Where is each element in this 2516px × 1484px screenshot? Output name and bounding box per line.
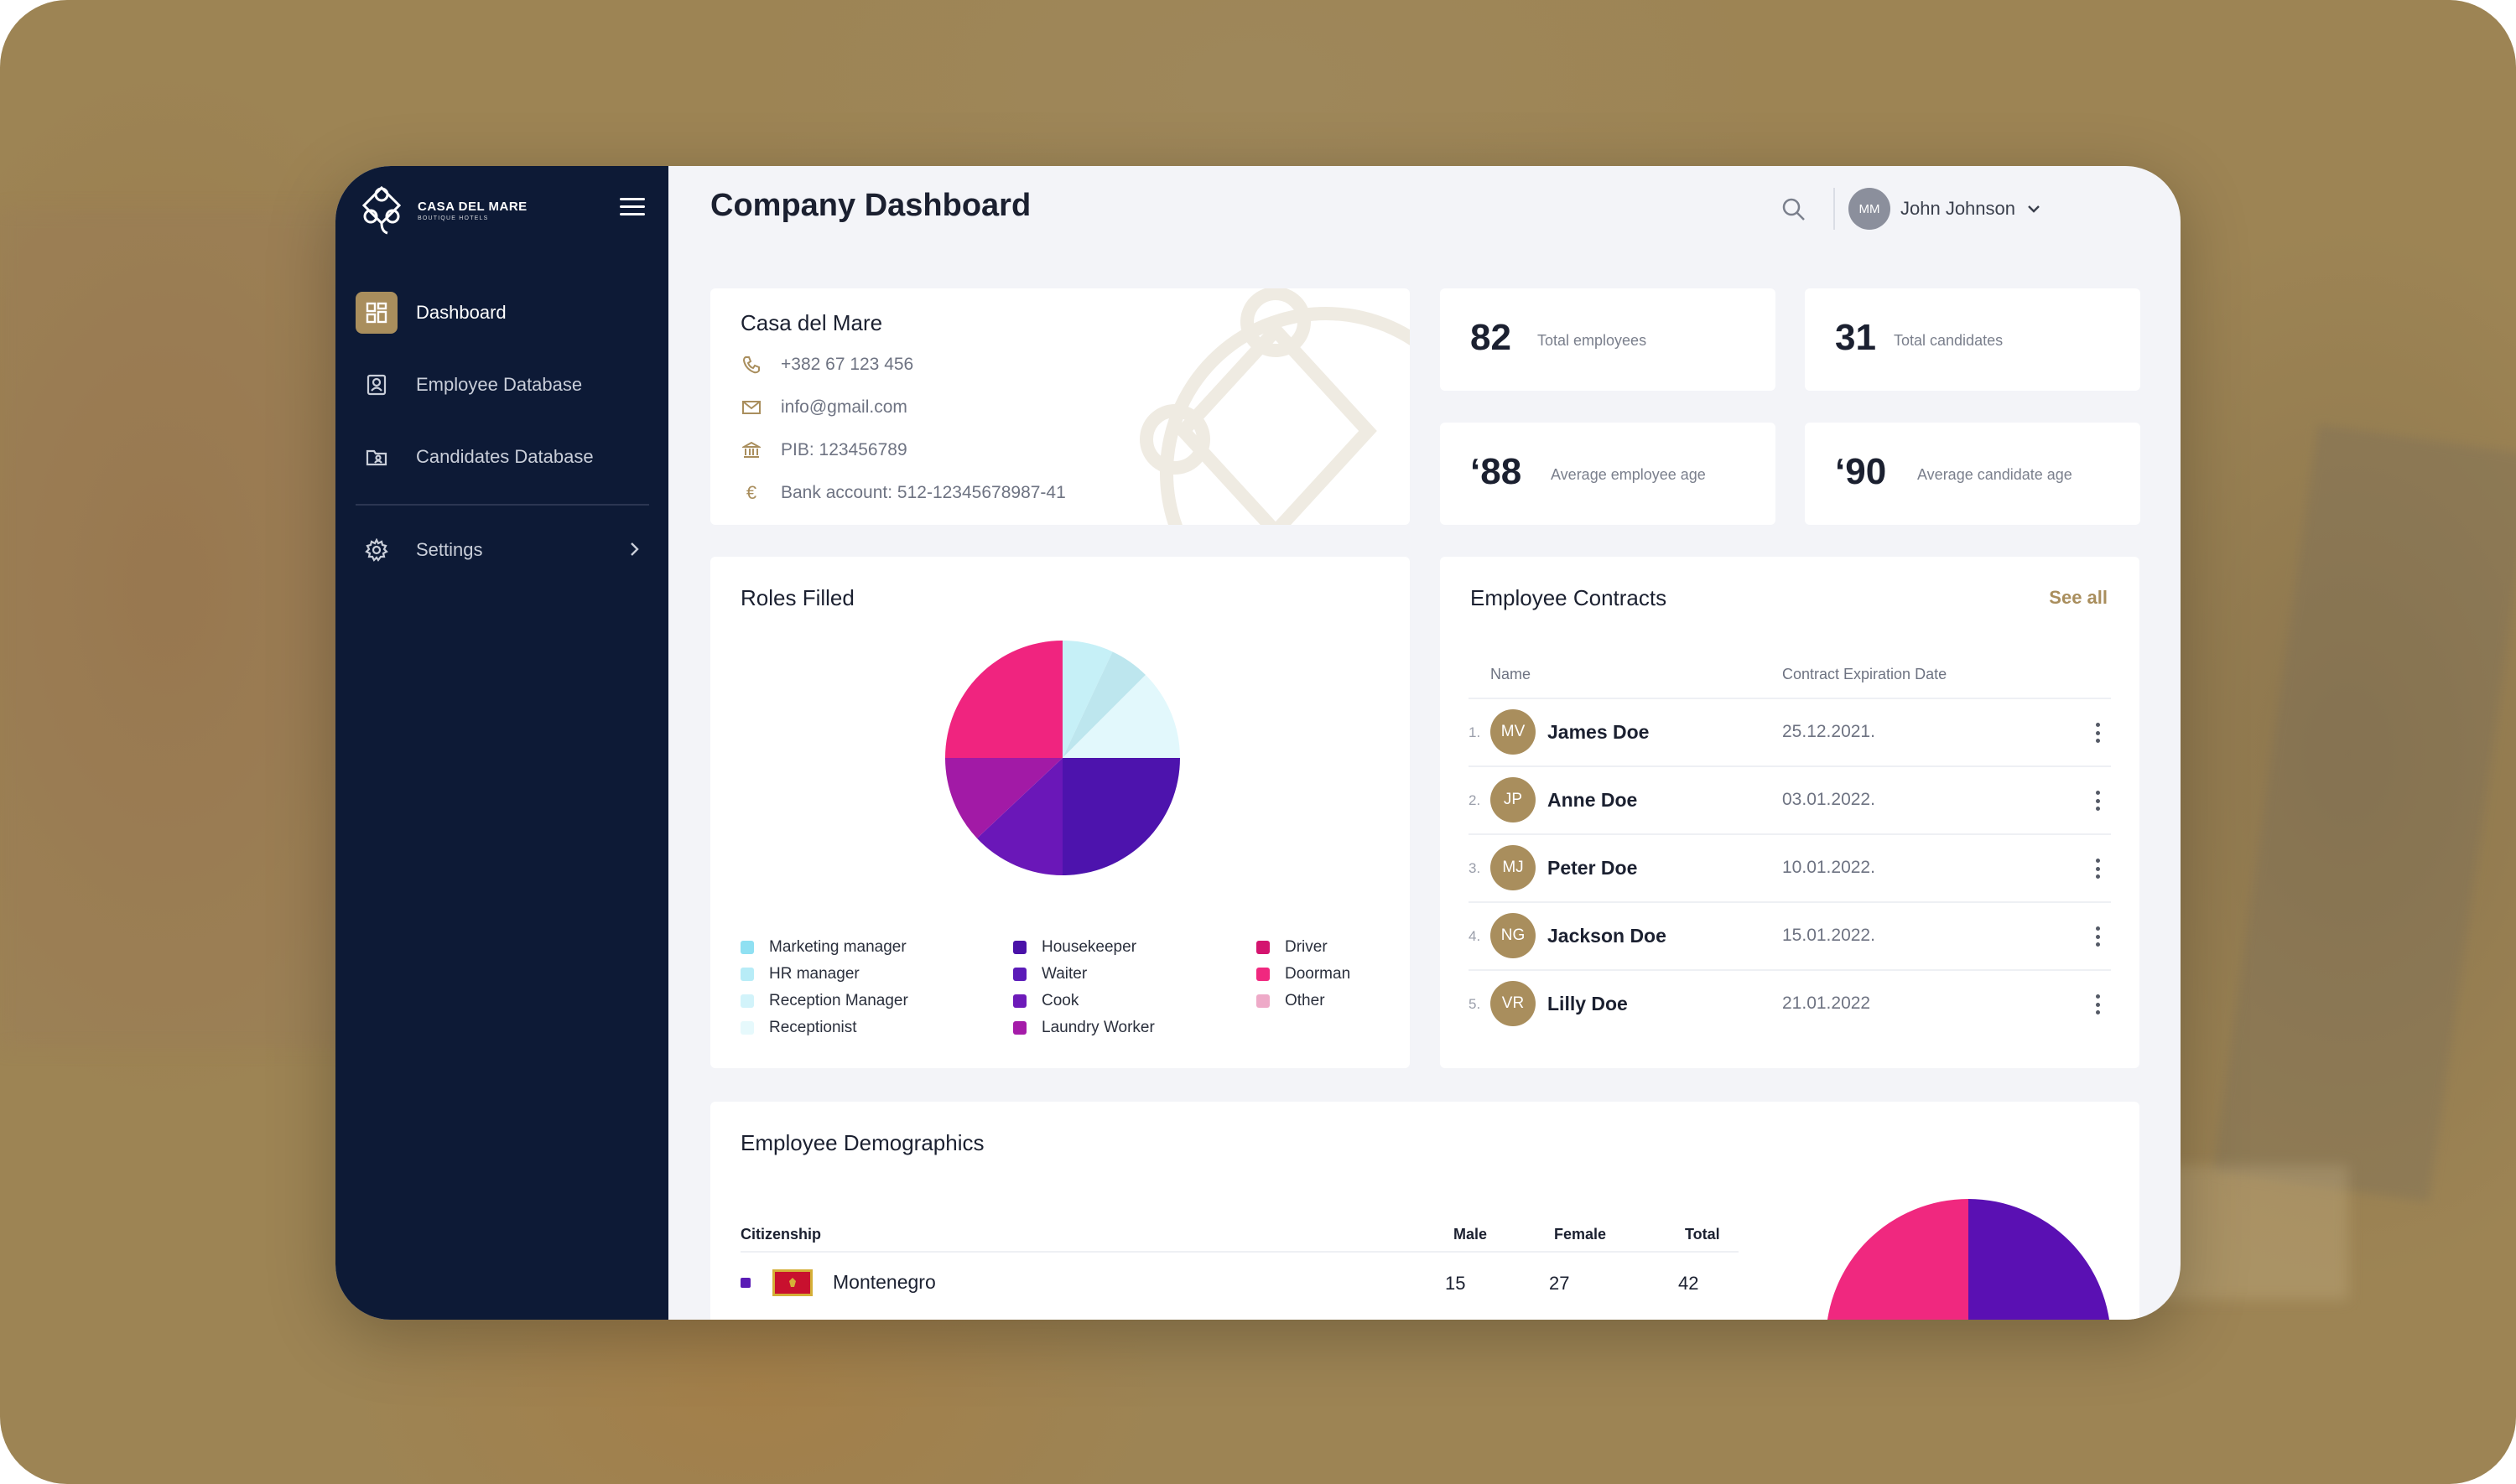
card-title: Employee Demographics <box>741 1130 985 1155</box>
table-row[interactable]: 1. MV James Doe 25.12.2021. <box>1469 698 2111 765</box>
legend-item: Reception Manager <box>741 988 908 1014</box>
logo-watermark-icon <box>1140 288 1410 525</box>
table-row[interactable]: 3. MJ Peter Doe 10.01.2022. <box>1469 833 2111 901</box>
legend-item: Laundry Worker <box>1013 1014 1155 1041</box>
column-header-name: Name <box>1490 666 1531 682</box>
montenegro-flag-icon <box>772 1269 813 1296</box>
header-divider <box>1833 188 1835 230</box>
table-row[interactable]: 4. NG Jackson Doe 15.01.2022. <box>1469 901 2111 969</box>
sidebar-item-label: Settings <box>416 539 483 560</box>
user-menu[interactable]: MM John Johnson <box>1848 188 2040 230</box>
search-icon[interactable] <box>1779 195 1809 225</box>
avatar: VR <box>1490 981 1536 1026</box>
column-header-male: Male <box>1453 1226 1488 1243</box>
menu-toggle-icon[interactable] <box>620 198 645 216</box>
pie-slice-3 <box>1827 1199 1968 1320</box>
table-row[interactable]: 2. JP Anne Doe 03.01.2022. <box>1469 765 2111 833</box>
legend-item: Housekeeper <box>1013 934 1155 961</box>
app-window: CASA DEL MARE BOUTIQUE HOTELS Dashboard … <box>335 166 2181 1320</box>
employee-contracts-card: Employee Contracts See all Name Contract… <box>1440 557 2139 1068</box>
column-header-total: Total <box>1685 1226 1720 1243</box>
sidebar-item-candidates-database[interactable]: Candidates Database <box>356 436 649 478</box>
see-all-link[interactable]: See all <box>2049 587 2108 609</box>
roles-filled-card: Roles Filled Marketing manager HR manage… <box>710 557 1410 1068</box>
brand-name: CASA DEL MARE <box>418 200 528 214</box>
avatar: JP <box>1490 777 1536 822</box>
card-title: Roles Filled <box>741 585 855 610</box>
more-options-icon[interactable] <box>2089 855 2106 882</box>
pie-slice-male <box>1968 1199 2109 1320</box>
sidebar-item-settings[interactable]: Settings <box>356 529 649 571</box>
roles-legend-col-2: Housekeeper Waiter Cook Laundry Worker <box>1013 934 1155 1041</box>
employee-demographics-card: Employee Demographics Citizenship Male F… <box>710 1102 2139 1320</box>
series-marker <box>741 1278 751 1288</box>
legend-item: Other <box>1256 988 1350 1014</box>
folder-user-icon <box>356 436 398 478</box>
legend-item: Cook <box>1013 988 1155 1014</box>
avatar: MM <box>1848 188 1890 230</box>
legend-item: Driver <box>1256 934 1350 961</box>
card-title: Employee Contracts <box>1470 585 1667 610</box>
gear-icon <box>356 529 398 571</box>
company-info-card: Casa del Mare +382 67 123 456 info@gmail… <box>710 288 1410 525</box>
dashboard-icon <box>356 292 398 334</box>
legend-item: HR manager <box>741 961 908 988</box>
column-header-citizenship: Citizenship <box>741 1226 822 1243</box>
pie-slice-housekeeper <box>1063 758 1180 875</box>
more-options-icon[interactable] <box>2089 787 2106 814</box>
demographics-pie-chart <box>1827 1199 2109 1320</box>
stat-average-candidate-age: ‘90 Average candidate age <box>1805 423 2140 525</box>
chevron-right-icon <box>631 542 639 556</box>
company-bank-account: € Bank account: 512-12345678987-41 <box>741 482 1066 504</box>
more-options-icon[interactable] <box>2089 923 2106 950</box>
brand[interactable]: CASA DEL MARE BOUTIQUE HOTELS <box>354 183 528 238</box>
mail-icon <box>741 397 762 418</box>
company-name: Casa del Mare <box>741 310 883 335</box>
legend-item: Receptionist <box>741 1014 908 1041</box>
avatar: MV <box>1490 709 1536 755</box>
roles-legend-col-1: Marketing manager HR manager Reception M… <box>741 934 908 1041</box>
avatar: MJ <box>1490 845 1536 890</box>
sidebar-item-dashboard[interactable]: Dashboard <box>356 292 649 334</box>
sidebar-item-employee-database[interactable]: Employee Database <box>356 364 649 406</box>
legend-item: Doorman <box>1256 961 1350 988</box>
page-title: Company Dashboard <box>710 188 1032 223</box>
table-row[interactable]: 5. VR Lilly Doe 21.01.2022 <box>1469 969 2111 1037</box>
chevron-down-icon <box>2028 205 2040 213</box>
more-options-icon[interactable] <box>2089 991 2106 1018</box>
stat-total-employees: 82 Total employees <box>1440 288 1775 391</box>
legend-item: Waiter <box>1013 961 1155 988</box>
phone-icon <box>741 354 762 376</box>
column-header-female: Female <box>1554 1226 1607 1243</box>
euro-icon: € <box>746 482 757 503</box>
bank-icon <box>741 439 762 461</box>
sidebar-item-label: Dashboard <box>416 302 507 323</box>
company-email: info@gmail.com <box>741 397 907 418</box>
sidebar-item-label: Candidates Database <box>416 446 594 467</box>
more-options-icon[interactable] <box>2089 719 2106 746</box>
legend-item: Marketing manager <box>741 934 908 961</box>
roles-pie-chart <box>945 641 1180 875</box>
main-content: Company Dashboard MM John Johnson Casa d… <box>668 166 2181 1320</box>
roles-legend-col-3: Driver Doorman Other <box>1256 934 1350 1014</box>
sidebar-divider <box>356 504 649 506</box>
divider <box>741 1251 1739 1253</box>
avatar: NG <box>1490 913 1536 958</box>
casa-del-mare-logo-icon <box>361 185 402 235</box>
table-row[interactable]: Montenegro 15 27 42 <box>741 1266 1739 1300</box>
stat-average-employee-age: ‘88 Average employee age <box>1440 423 1775 525</box>
column-header-expiration: Contract Expiration Date <box>1782 666 1947 682</box>
company-pib: PIB: 123456789 <box>741 439 907 461</box>
sidebar-item-label: Employee Database <box>416 374 583 395</box>
company-phone: +382 67 123 456 <box>741 354 913 376</box>
stat-total-candidates: 31 Total candidates <box>1805 288 2140 391</box>
sidebar: CASA DEL MARE BOUTIQUE HOTELS Dashboard … <box>335 166 668 1320</box>
pie-slice-doorman <box>945 641 1063 758</box>
brand-subtitle: BOUTIQUE HOTELS <box>418 215 489 221</box>
user-name: John Johnson <box>1900 198 2015 219</box>
id-card-icon <box>356 364 398 406</box>
